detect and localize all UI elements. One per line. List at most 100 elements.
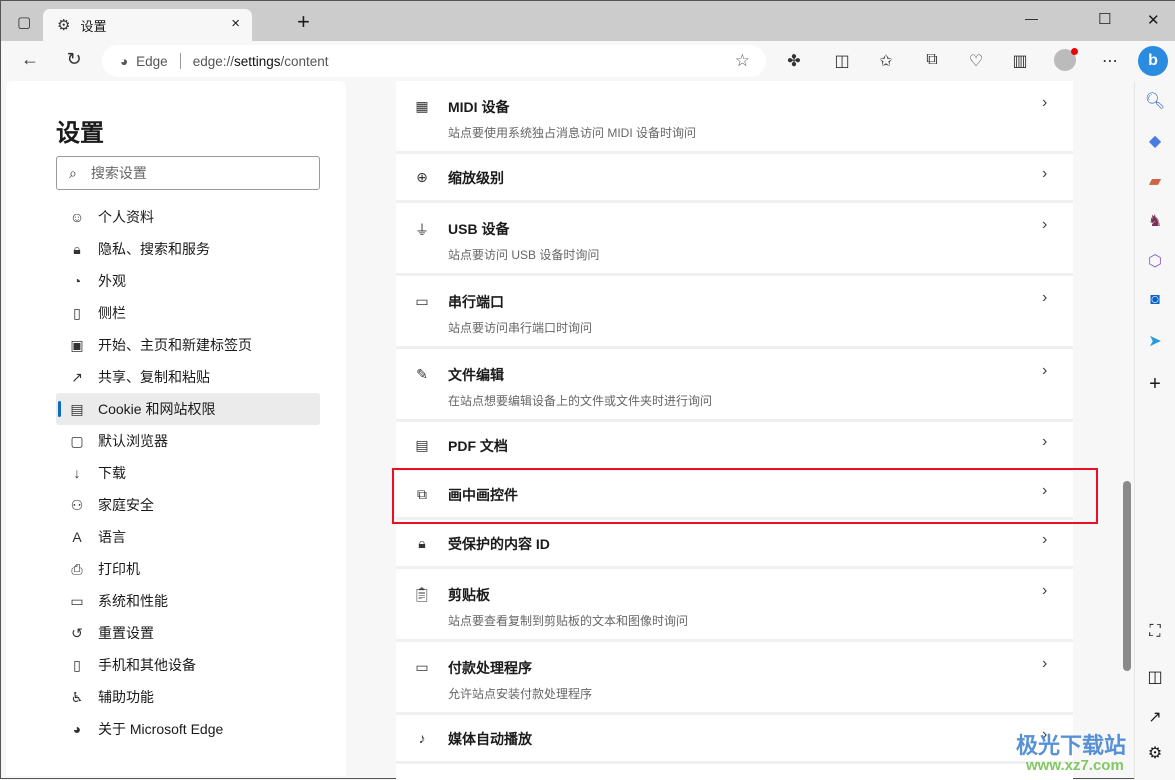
sidebar-item-label: 语言 [98, 529, 126, 545]
split-screen-icon[interactable]: ◫ [831, 51, 853, 71]
settings-sidebar: 设置 ⌕ 搜索设置 ☺ 个人资料 🔒︎ 隐私、搜索和服务 ◔ 外观 ▯ 侧栏 ▣ 开始、主页和新建… [6, 81, 346, 776]
settings-row[interactable]: ▦ MIDI 设备 站点要使用系统独占消息访问 MIDI 设备时询问 › [396, 81, 1073, 154]
sidebar-item-label: 默认浏览器 [98, 433, 168, 449]
edge-icon: ◕ [120, 53, 129, 69]
serial-port-icon: ▭ [415, 293, 429, 309]
url-main: settings [233, 53, 281, 69]
settings-row[interactable]: ▭ 串行端口 站点要访问串行端口时询问 › [396, 276, 1073, 349]
language-icon: A [72, 529, 82, 545]
search-placeholder: 搜索设置 [90, 165, 147, 181]
pdf-icon: ▤ [415, 437, 429, 453]
sidebar-item[interactable]: ▣ 开始、主页和新建标签页 [56, 329, 320, 361]
phone-icon: ▯ [73, 656, 81, 673]
row-description: 站点要访问 USB 设备时询问 [448, 248, 600, 262]
settings-row[interactable]: ⊕ 缩放级别 › [396, 154, 1073, 203]
avatar[interactable] [1054, 48, 1078, 71]
settings-row[interactable]: 📋︎ 剪贴板 站点要查看复制到剪贴板的文本和图像时询问 › [396, 569, 1073, 642]
settings-row[interactable]: ▭ 付款处理程序 允许站点安装付款处理程序 › [396, 642, 1073, 715]
cookie-icon: ▤ [70, 400, 84, 417]
external-link-icon[interactable]: ↗ [1143, 707, 1167, 727]
extensions-icon[interactable]: ✤ [783, 51, 805, 71]
sidebar-item[interactable]: ⚇ 家庭安全 [56, 489, 320, 521]
sidebar-item-label: 打印机 [98, 561, 140, 577]
favorites-icon[interactable]: ✩ [875, 51, 897, 71]
clipboard-icon: 📋︎ [413, 586, 431, 602]
tab-settings[interactable]: ⚙ 设置 × [43, 9, 252, 41]
favorite-star-icon[interactable]: ☆ [735, 51, 750, 71]
watermark-logo: 极光下载站 www.xz7.com [1016, 733, 1127, 774]
minimize-button[interactable]: — [1025, 11, 1038, 26]
sidebar-item[interactable]: ◕ 关于 Microsoft Edge [56, 713, 320, 745]
new-tab-button[interactable]: + [297, 9, 310, 35]
scrollbar[interactable] [1123, 481, 1131, 671]
refresh-icon[interactable]: ↻ [63, 49, 85, 70]
row-title: 受保护的内容 ID [448, 536, 550, 552]
close-tab-button[interactable]: × [231, 15, 240, 32]
site-label: Edge [136, 53, 168, 69]
maximize-button[interactable]: ☐ [1098, 10, 1111, 28]
sidebar-item[interactable]: ⎙ 打印机 [56, 553, 320, 585]
tab-title: 设置 [80, 18, 107, 34]
chevron-right-icon: › [1042, 216, 1048, 233]
address-bar[interactable]: ◕ Edge edge://settings/content ☆ [102, 45, 766, 77]
settings-row[interactable]: ✎ 文件编辑 在站点想要编辑设备上的文件或文件夹时进行询问 › [396, 349, 1073, 422]
search-input[interactable]: ⌕ 搜索设置 [56, 156, 320, 190]
browser-essentials-icon[interactable]: ♡ [965, 51, 987, 71]
sidebar-item[interactable]: ◔ 外观 [56, 265, 320, 297]
back-icon[interactable]: ← [19, 49, 41, 70]
tools-icon[interactable]: ▰ [1143, 171, 1167, 191]
gear-icon[interactable]: ⚙ [1143, 743, 1167, 763]
sidebar-item[interactable]: 🔒︎ 隐私、搜索和服务 [56, 233, 320, 265]
reading-icon[interactable]: ▥ [1009, 51, 1031, 71]
home-icon: ▣ [70, 336, 84, 353]
sidebar-item[interactable]: ☺ 个人资料 [56, 201, 320, 233]
chevron-right-icon: › [1042, 433, 1048, 450]
bing-icon[interactable]: b [1138, 46, 1168, 76]
sidebar-item-label: 侧栏 [98, 305, 126, 321]
settings-row[interactable]: ▤ PDF 文档 › [396, 422, 1073, 471]
highlight-box [392, 468, 1098, 524]
sidebar-toggle-icon[interactable]: ◫ [1143, 667, 1167, 687]
row-title: 剪贴板 [448, 587, 490, 603]
lock-icon: 🔒︎ [418, 535, 426, 551]
more-icon[interactable]: ⋯ [1099, 51, 1121, 71]
sidebar-item[interactable]: ▭ 系统和性能 [56, 585, 320, 617]
sidebar-item[interactable]: ♿︎ 辅助功能 [56, 681, 320, 713]
office-icon[interactable]: ⬡ [1143, 251, 1167, 271]
sidebar-icon: ▯ [73, 304, 81, 321]
sidebar-item-label: 开始、主页和新建标签页 [98, 337, 252, 353]
settings-row[interactable]: 🔒︎ 受保护的内容 ID › [396, 520, 1073, 569]
sidebar-item[interactable]: A 语言 [56, 521, 320, 553]
games-icon[interactable]: ♞ [1143, 211, 1167, 231]
sidebar-item[interactable]: ▢ 默认浏览器 [56, 425, 320, 457]
card-icon: ▭ [415, 659, 429, 675]
sidebar-item-label: 个人资料 [98, 209, 154, 225]
search-icon[interactable]: 🔍︎ [1143, 91, 1167, 111]
row-description: 在站点想要编辑设备上的文件或文件夹时进行询问 [448, 394, 713, 408]
collections-icon[interactable]: ⧉ [921, 51, 943, 69]
sidebar-item[interactable]: ↗ 共享、复制和粘贴 [56, 361, 320, 393]
usb-icon: ⏚ [415, 222, 429, 238]
sidebar-item[interactable]: ↺ 重置设置 [56, 617, 320, 649]
sidebar-item[interactable]: ▯ 手机和其他设备 [56, 649, 320, 681]
edge-sidebar: 🔍︎ ◆ ▰ ♞ ⬡ ◙ ➤ + ⛶ ◫ ↗ ⚙ [1134, 81, 1175, 780]
settings-row[interactable]: ⏚ USB 设备 站点要访问 USB 设备时询问 › [396, 203, 1073, 276]
outlook-icon[interactable]: ◙ [1143, 291, 1167, 309]
music-icon: ♪ [418, 730, 426, 746]
tab-actions-icon[interactable]: ▢ [17, 13, 31, 31]
sidebar-item[interactable]: ▤ Cookie 和网站权限 [56, 393, 320, 425]
screenshot-icon[interactable]: ⛶ [1143, 623, 1167, 641]
sidebar-item[interactable]: ▯ 侧栏 [56, 297, 320, 329]
divider [179, 53, 181, 69]
settings-row[interactable]: ♪ 媒体自动播放 › [396, 715, 1073, 764]
chevron-right-icon: › [1042, 165, 1048, 182]
sidebar-item-label: 隐私、搜索和服务 [98, 241, 210, 257]
close-window-button[interactable]: ✕ [1147, 11, 1160, 29]
sidebar-item-label: Cookie 和网站权限 [98, 401, 216, 417]
add-icon[interactable]: + [1143, 373, 1167, 396]
shopping-icon[interactable]: ◆ [1143, 131, 1167, 151]
send-icon[interactable]: ➤ [1143, 331, 1167, 351]
row-title: USB 设备 [448, 221, 510, 237]
sidebar-item[interactable]: ↓ 下载 [56, 457, 320, 489]
row-title: PDF 文档 [448, 438, 508, 454]
